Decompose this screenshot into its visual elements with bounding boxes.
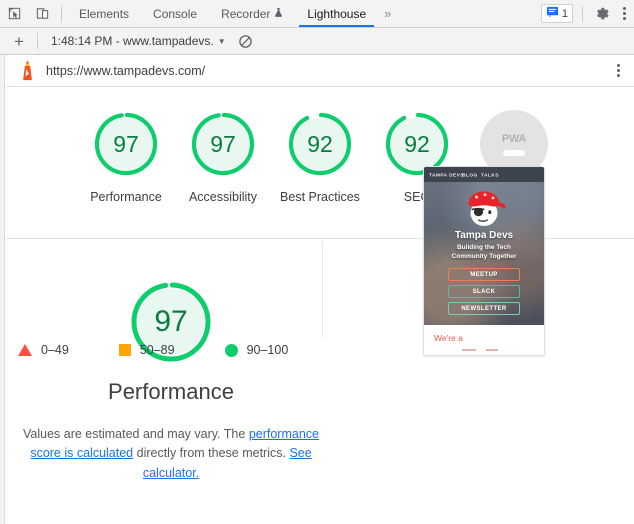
- toolbar-divider-right: [582, 5, 583, 22]
- lighthouse-toolbar: + 1:48:14 PM - www.tampadevs. ▼: [0, 28, 634, 55]
- tab-recorder[interactable]: Recorder: [209, 0, 295, 27]
- gauge-ring-performance: 97: [92, 110, 160, 178]
- lighthouse-report: https://www.tampadevs.com/ 97 Performanc…: [0, 55, 634, 524]
- score-gauge-accessibility[interactable]: 97 Accessibility: [175, 110, 272, 207]
- thumbnail-nav: TAMPA DEVS BLOG TALKS: [424, 167, 544, 182]
- gear-icon[interactable]: [588, 0, 616, 27]
- performance-vertical-divider: [322, 241, 323, 337]
- legend-label-average: 50–89: [139, 343, 175, 357]
- issues-message-icon: [546, 5, 559, 23]
- pirate-logo-icon: [461, 187, 507, 229]
- tab-recorder-label: Recorder: [221, 6, 271, 21]
- thumbnail-buttons: MEETUP SLACK NEWSLETTER: [424, 268, 544, 315]
- devtools-toolbar-right: 1: [540, 0, 634, 27]
- inspect-cursor-icon[interactable]: [0, 0, 28, 27]
- performance-desc-part1: Values are estimated and may vary. The: [23, 427, 249, 441]
- new-report-button[interactable]: +: [8, 30, 30, 52]
- thumbnail-nav-item-blog: BLOG: [461, 171, 478, 178]
- tabs-overflow-chevron-icon[interactable]: »: [378, 0, 397, 27]
- legend-item-fail: 0–49: [18, 343, 69, 357]
- pwa-dash-icon: [503, 149, 525, 156]
- gauge-label-best-practices: Best Practices: [280, 190, 360, 204]
- devtools-tabbar: Elements Console Recorder Lighthouse » 1: [0, 0, 634, 28]
- report-run-selector[interactable]: 1:48:14 PM - www.tampadevs. ▼: [45, 34, 226, 48]
- triangle-fail-icon: [18, 344, 32, 356]
- thumbnail-hero: TAMPA DEVS BLOG TALKS Tampa Devs Buildin…: [424, 167, 544, 325]
- lh-toolbar-divider: [37, 33, 38, 49]
- thumbnail-button-slack: SLACK: [448, 285, 520, 298]
- gauge-value-accessibility: 97: [210, 130, 236, 157]
- lighthouse-logo-icon: [16, 60, 38, 81]
- thumbnail-button-newsletter: NEWSLETTER: [448, 302, 520, 315]
- clear-all-icon[interactable]: [234, 30, 258, 52]
- tab-console[interactable]: Console: [141, 0, 209, 27]
- performance-desc-part2: directly from these metrics.: [133, 446, 290, 461]
- tab-elements[interactable]: Elements: [67, 0, 141, 27]
- performance-summary: 97 Performance Values are estimated and …: [6, 239, 336, 524]
- legend-item-pass: 90–100: [224, 343, 289, 357]
- thumbnail-nav-item-brand: TAMPA DEVS: [429, 171, 464, 178]
- tab-elements-label: Elements: [79, 6, 130, 21]
- thumbnail-subtitle: Building the Tech Community Together: [451, 244, 517, 261]
- thumbnail-footer: We're a: [424, 325, 544, 355]
- tab-console-label: Console: [153, 6, 198, 21]
- thumbnail-button-meetup: MEETUP: [448, 268, 520, 281]
- device-toolbar-icon[interactable]: [28, 0, 56, 27]
- lighthouse-devtools-panel: Elements Console Recorder Lighthouse » 1…: [0, 0, 634, 524]
- score-legend: 0–49 50–89 90–100: [18, 343, 288, 357]
- gauge-value-performance: 97: [113, 130, 139, 157]
- issues-button[interactable]: 1: [540, 4, 573, 23]
- issues-count: 1: [561, 7, 568, 20]
- toolbar-divider: [61, 5, 62, 22]
- legend-label-pass: 90–100: [246, 343, 289, 357]
- experiment-flask-icon: [274, 7, 283, 21]
- score-gauge-best-practices[interactable]: 92 Best Practices: [272, 110, 369, 207]
- thumbnail-footer-text: We're a: [434, 333, 463, 343]
- report-run-label: 1:48:14 PM - www.tampadevs.: [51, 34, 214, 48]
- chevron-down-icon: ▼: [217, 36, 226, 46]
- performance-title: Performance: [108, 379, 234, 404]
- more-vertical-icon[interactable]: [616, 5, 632, 23]
- gauge-value-pwa: PWA: [501, 132, 527, 145]
- legend-item-average: 50–89: [118, 343, 175, 357]
- gauge-label-accessibility: Accessibility: [188, 190, 258, 204]
- panel-left-rail: [0, 55, 5, 524]
- report-menu-button[interactable]: [610, 62, 626, 80]
- final-screenshot-thumbnail[interactable]: TAMPA DEVS BLOG TALKS Tampa Devs Buildin…: [423, 166, 545, 356]
- thumbnail-title: Tampa Devs: [454, 230, 514, 241]
- thumbnail-nav-item-talks: TALKS: [480, 171, 499, 178]
- tab-lighthouse-label: Lighthouse: [307, 6, 367, 21]
- more-vertical-icon: [610, 62, 626, 80]
- square-average-icon: [118, 344, 131, 356]
- gauge-value-best-practices: 92: [307, 130, 333, 157]
- score-gauge-performance[interactable]: 97 Performance: [78, 110, 175, 207]
- report-url: https://www.tampadevs.com/: [46, 63, 206, 78]
- report-header: https://www.tampadevs.com/: [6, 55, 634, 87]
- circle-pass-icon: [224, 343, 238, 357]
- legend-label-fail: 0–49: [41, 343, 69, 357]
- gauge-ring-accessibility: 97: [189, 110, 257, 178]
- gauge-label-performance: Performance: [90, 190, 162, 204]
- thumbnail-footer-placeholder-2: [486, 349, 498, 351]
- gauge-ring-best-practices: 92: [286, 110, 354, 178]
- tab-lighthouse[interactable]: Lighthouse: [295, 0, 378, 27]
- performance-description: Values are estimated and may vary. The p…: [21, 425, 321, 483]
- thumbnail-footer-placeholder-1: [462, 349, 476, 351]
